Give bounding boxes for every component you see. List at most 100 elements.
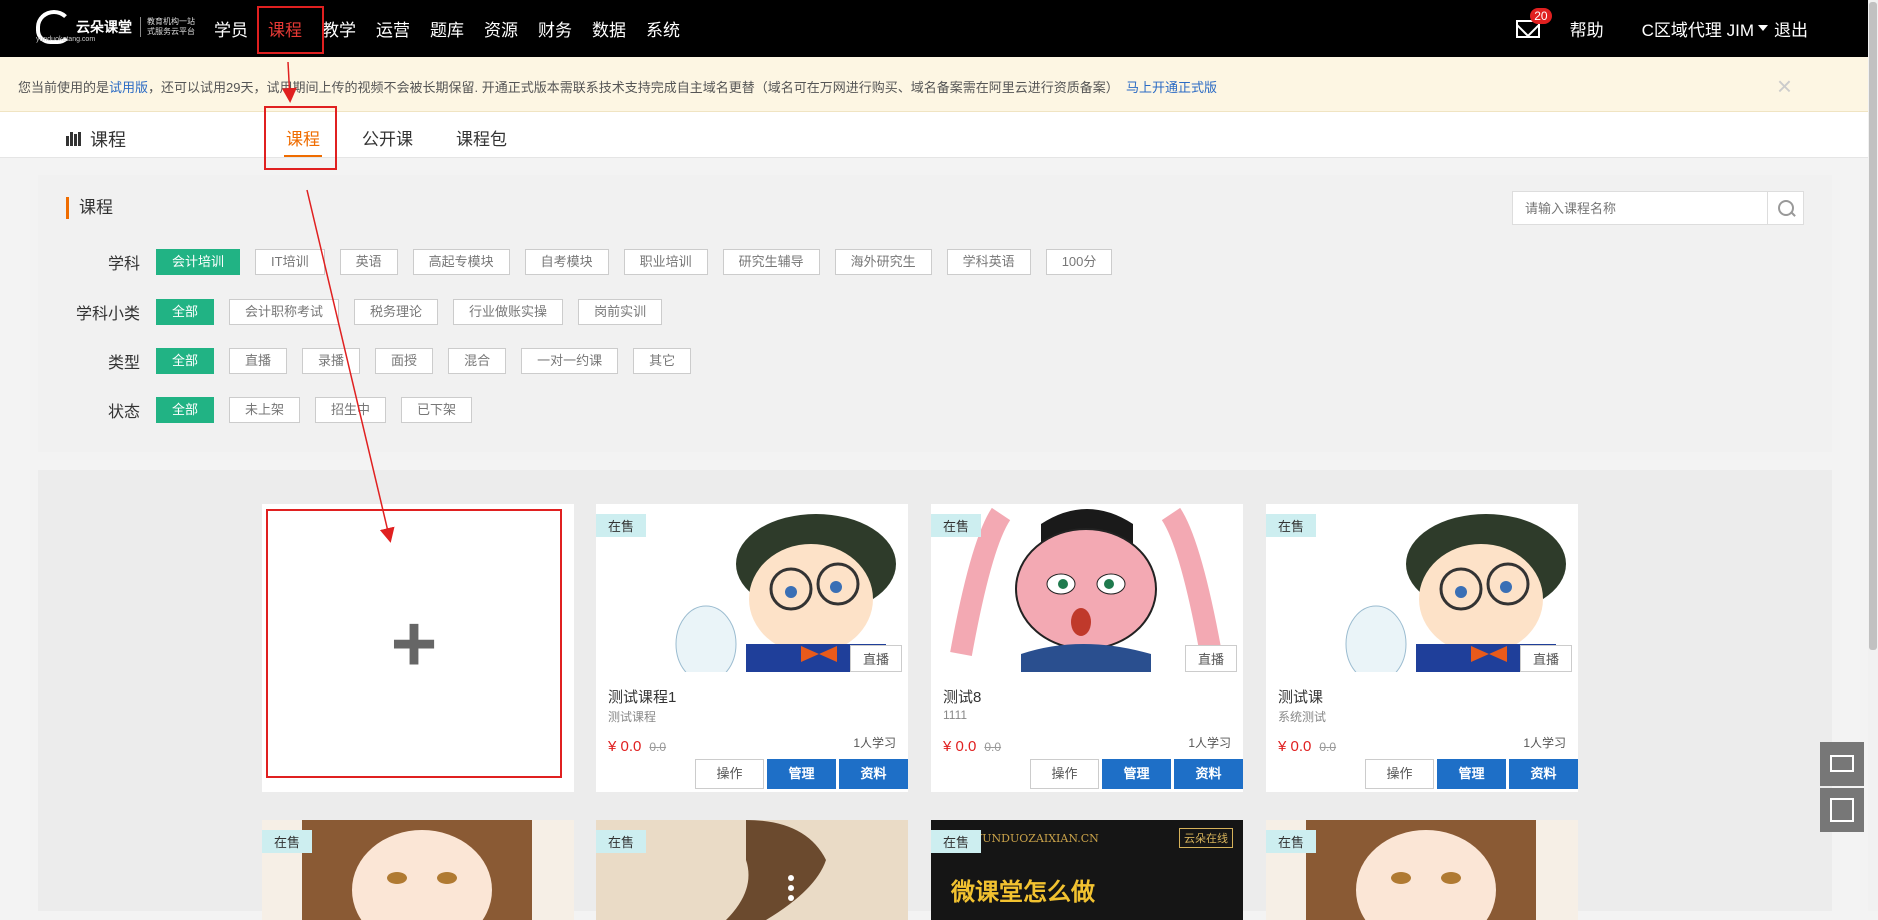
mail-icon[interactable]: 20	[1515, 7, 1552, 38]
course-card[interactable]: 在售	[596, 820, 908, 920]
materials-button[interactable]: 资料	[1174, 759, 1243, 789]
banner-title: 微课堂怎么做	[951, 879, 1095, 906]
operate-button[interactable]: 操作	[695, 759, 764, 789]
nav-question-bank[interactable]: 题库	[430, 16, 464, 41]
nav-operations[interactable]: 运营	[376, 16, 410, 41]
nav-resources[interactable]: 资源	[484, 16, 518, 41]
course-name[interactable]: 测试课	[1278, 686, 1323, 707]
edit-icon[interactable]	[1820, 788, 1864, 832]
course-card[interactable]: 在售	[262, 820, 574, 920]
scrollbar[interactable]	[1868, 0, 1878, 911]
mail-badge: 20	[1530, 7, 1552, 24]
course-search	[1512, 191, 1804, 225]
message-icon[interactable]	[1820, 742, 1864, 786]
course-thumbnail: 在售 YUNDUOZAIXIAN.CN 云朵在线 微课堂怎么做	[931, 820, 1243, 920]
course-card[interactable]: 在售 YUNDUOZAIXIAN.CN 云朵在线 微课堂怎么做	[931, 820, 1243, 920]
top-right-area: 20 帮助 C区域代理 JIM 退出	[1515, 0, 1808, 57]
filter-chip[interactable]: 直播	[229, 348, 288, 374]
filter-chip[interactable]: 未上架	[229, 397, 301, 423]
course-card[interactable]: 在售 直播 测试8 1111 1人学习 ¥ 0.0 0.0 操作 管理 资料	[931, 504, 1243, 792]
filter-chip[interactable]: 岗前实训	[578, 299, 663, 325]
trial-link[interactable]: 试用版	[109, 80, 148, 95]
course-price: ¥ 0.0 0.0	[1278, 738, 1336, 755]
course-card[interactable]: 在售 直播 测试课程1 测试课程 1人学习 ¥ 0.0 0.0 操作 管理 资料	[596, 504, 908, 792]
filter-chip[interactable]: 会计职称考试	[229, 299, 340, 325]
status-tag: 在售	[596, 830, 647, 853]
search-input[interactable]	[1513, 192, 1769, 224]
filter-chip[interactable]: 全部	[156, 348, 215, 374]
filter-chip[interactable]: 英语	[339, 249, 398, 275]
filter-chip[interactable]: 100分	[1045, 249, 1113, 275]
learner-count: 1人学习	[1188, 736, 1231, 750]
nav-teaching[interactable]: 教学	[322, 16, 356, 41]
search-icon[interactable]	[1767, 192, 1803, 224]
manage-button[interactable]: 管理	[1437, 759, 1506, 789]
course-desc: 系统测试	[1278, 710, 1327, 724]
original-price: 0.0	[649, 740, 667, 754]
filter-chip[interactable]: 其它	[633, 348, 692, 374]
filter-chip[interactable]: 税务理论	[354, 299, 439, 325]
logo-tagline: 教育机构一站 式服务云平台	[140, 17, 195, 37]
help-link[interactable]: 帮助	[1570, 16, 1604, 41]
caret-down-icon[interactable]	[1758, 24, 1768, 31]
price-value: ¥ 0.0	[608, 738, 642, 755]
course-thumbnail: 在售	[596, 820, 908, 920]
course-price: ¥ 0.0 0.0	[608, 738, 666, 755]
filter-chip[interactable]: 行业做账实操	[453, 299, 564, 325]
operate-button[interactable]: 操作	[1030, 759, 1099, 789]
manage-button[interactable]: 管理	[767, 759, 836, 789]
price-value: ¥ 0.0	[943, 738, 977, 755]
course-card[interactable]: 在售	[1266, 820, 1578, 920]
filter-chip[interactable]: 面授	[375, 348, 434, 374]
filter-chip[interactable]: 职业培训	[623, 249, 708, 275]
filter-chip[interactable]: 招生中	[315, 397, 387, 423]
filter-chip[interactable]: 混合	[448, 348, 507, 374]
filter-chip[interactable]: 自考模块	[524, 249, 609, 275]
filter-row-subject: 学科 会计培训 IT培训 英语 高起专模块 自考模块 职业培训 研究生辅导 海外…	[38, 249, 1127, 275]
user-menu[interactable]: C区域代理 JIM	[1642, 16, 1754, 41]
filter-chip[interactable]: 全部	[156, 299, 215, 325]
scrollbar-thumb[interactable]	[1869, 2, 1877, 650]
upgrade-link[interactable]: 马上开通正式版	[1126, 80, 1217, 95]
status-tag: 在售	[931, 830, 982, 853]
filter-chip[interactable]: 一对一约课	[521, 348, 619, 374]
filter-chip[interactable]: 会计培训	[156, 249, 241, 275]
learner-count: 1人学习	[1523, 736, 1566, 750]
tab-course-packages[interactable]: 课程包	[456, 125, 507, 150]
course-type-badge: 直播	[1184, 645, 1237, 672]
card-actions: 操作 管理 资料	[692, 759, 908, 789]
filter-chip[interactable]: IT培训	[255, 249, 325, 275]
add-course-card[interactable]: +	[262, 504, 574, 792]
course-name[interactable]: 测试课程1	[608, 686, 676, 707]
original-price: 0.0	[1319, 740, 1337, 754]
filter-chip[interactable]: 高起专模块	[412, 249, 510, 275]
materials-button[interactable]: 资料	[1509, 759, 1578, 789]
materials-button[interactable]: 资料	[839, 759, 908, 789]
nav-students[interactable]: 学员	[214, 16, 248, 41]
close-icon[interactable]: ×	[1777, 71, 1792, 102]
nav-system[interactable]: 系统	[646, 16, 680, 41]
nav-data[interactable]: 数据	[592, 16, 626, 41]
filter-chip[interactable]: 海外研究生	[834, 249, 932, 275]
price-value: ¥ 0.0	[1278, 738, 1312, 755]
filter-chip[interactable]: 已下架	[401, 397, 473, 423]
course-grid: + 在售 直播 测试课程1 测试课程 1人学习 ¥ 0.0 0.0 操作 管理 …	[38, 470, 1832, 920]
filter-label: 状态	[107, 404, 140, 421]
course-name[interactable]: 测试8	[943, 686, 981, 707]
logout-link[interactable]: 退出	[1774, 16, 1808, 41]
banner-brand: 云朵在线	[1179, 828, 1233, 848]
filter-chip[interactable]: 全部	[156, 397, 215, 423]
filter-chip[interactable]: 录播	[302, 348, 361, 374]
status-tag: 在售	[596, 514, 647, 537]
section-title-text: 课程	[90, 130, 126, 150]
filter-chip[interactable]: 学科英语	[946, 249, 1031, 275]
nav-finance[interactable]: 财务	[538, 16, 572, 41]
tab-open-courses[interactable]: 公开课	[362, 125, 413, 150]
books-icon	[66, 132, 82, 146]
course-card[interactable]: 在售 直播 测试课 系统测试 1人学习 ¥ 0.0 0.0 操作 管理 资料	[1266, 504, 1578, 792]
filter-chip[interactable]: 研究生辅导	[722, 249, 820, 275]
manage-button[interactable]: 管理	[1102, 759, 1171, 789]
logo[interactable]: 云朵课堂 教育机构一站 式服务云平台 yunduoketang.com	[36, 10, 195, 44]
add-course-highlight[interactable]: +	[266, 509, 562, 778]
operate-button[interactable]: 操作	[1365, 759, 1434, 789]
